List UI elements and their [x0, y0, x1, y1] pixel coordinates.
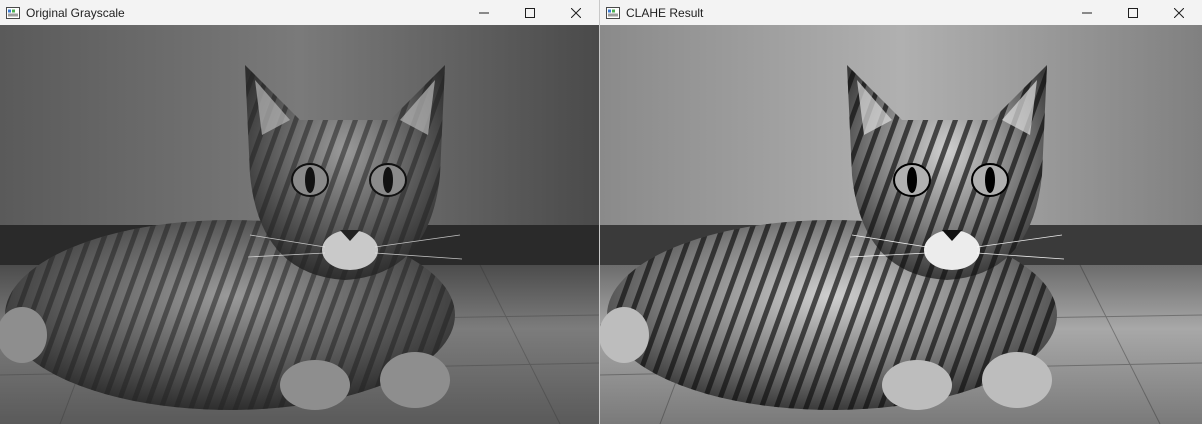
- window-title: CLAHE Result: [626, 5, 704, 20]
- window-controls: [461, 0, 599, 25]
- window-original-grayscale[interactable]: Original Grayscale: [0, 0, 600, 424]
- window-clahe-result[interactable]: CLAHE Result: [600, 0, 1202, 424]
- maximize-icon: [525, 7, 535, 18]
- close-icon: [1174, 7, 1184, 18]
- titlebar[interactable]: Original Grayscale: [0, 0, 599, 25]
- minimize-button[interactable]: [461, 0, 507, 25]
- app-window-icon: [2, 0, 24, 25]
- desktop: Original Grayscale CLAHE Result: [0, 0, 1202, 424]
- minimize-icon: [479, 12, 489, 13]
- window-controls: [1064, 0, 1202, 25]
- minimize-button[interactable]: [1064, 0, 1110, 25]
- minimize-icon: [1082, 12, 1092, 13]
- close-button[interactable]: [1156, 0, 1202, 25]
- image-viewport: [0, 25, 599, 424]
- maximize-button[interactable]: [507, 0, 553, 25]
- maximize-button[interactable]: [1110, 0, 1156, 25]
- clahe-enhanced-cat-photo: [600, 25, 1202, 424]
- window-title: Original Grayscale: [26, 5, 125, 20]
- image-viewport: [600, 25, 1202, 424]
- titlebar[interactable]: CLAHE Result: [600, 0, 1202, 25]
- close-icon: [571, 7, 581, 18]
- app-window-icon: [602, 0, 624, 25]
- maximize-icon: [1128, 7, 1138, 18]
- close-button[interactable]: [553, 0, 599, 25]
- grayscale-cat-photo: [0, 25, 599, 424]
